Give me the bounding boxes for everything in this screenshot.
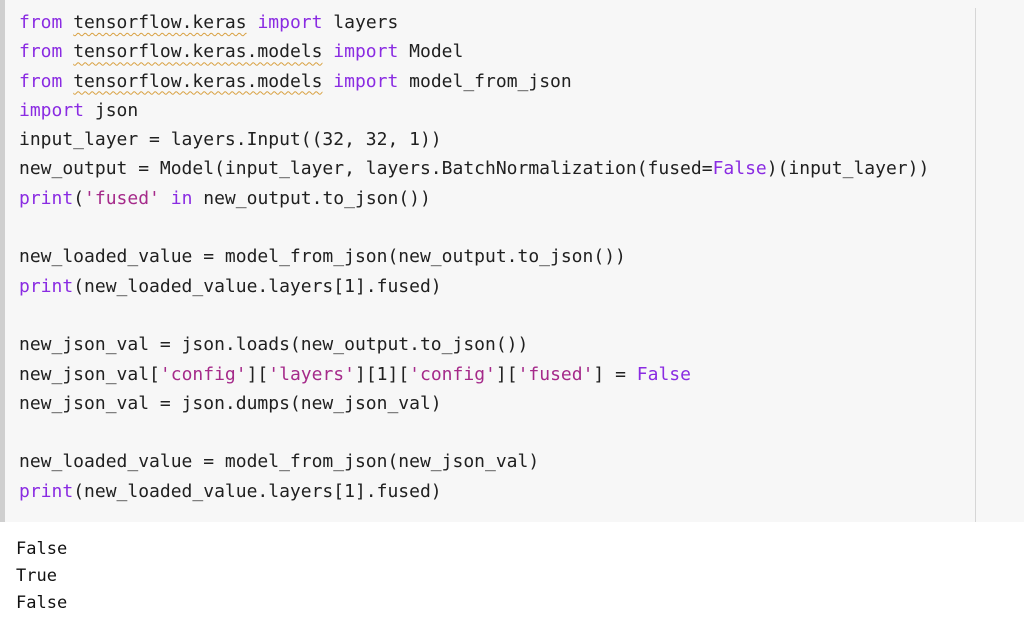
code-line: new_json_val = json.loads(new_output.to_… (19, 330, 929, 359)
code-token: tensorflow.keras.models (73, 70, 323, 92)
code-editor[interactable]: from tensorflow.keras import layers from … (19, 8, 929, 506)
code-token: False (636, 363, 691, 385)
code-token: from (19, 12, 63, 33)
code-line: input_layer = layers.Input((32, 32, 1)) (19, 125, 929, 154)
code-token: new_json_val[ (19, 363, 160, 385)
code-line: from tensorflow.keras import layers (19, 8, 929, 37)
code-token: (new_loaded_value.layers[1].fused) (73, 480, 442, 502)
output-line: False (16, 593, 68, 613)
code-token: 'config' (409, 363, 496, 385)
code-token: ][1][ (354, 363, 410, 385)
code-token: import (333, 41, 399, 63)
code-token: print (19, 275, 74, 297)
code-token: new_json_val = json.dumps(new_json_val) (19, 392, 442, 414)
code-token: new_loaded_value = model_from_json(new_o… (19, 246, 626, 268)
code-token: in (170, 187, 193, 209)
code-token: input_layer = layers.Input((32, 32, 1)) (19, 129, 442, 151)
code-token: 'fused' (517, 363, 594, 385)
code-token: (new_loaded_value.layers[1].fused) (73, 275, 442, 297)
code-line: print(new_loaded_value.layers[1].fused) (19, 477, 929, 506)
code-token: ][ (246, 363, 269, 385)
code-line: print('fused' in new_output.to_json()) (19, 184, 929, 213)
code-token: json (84, 99, 139, 121)
code-token: print (19, 187, 74, 209)
output-line: True (16, 566, 57, 586)
code-token: 'layers' (268, 363, 355, 385)
notebook: from tensorflow.keras import layers from … (0, 0, 1024, 630)
code-line: print(new_loaded_value.layers[1].fused) (19, 272, 929, 301)
code-line: import json (19, 96, 929, 125)
code-line: from tensorflow.keras.models import mode… (19, 67, 929, 96)
code-token: model_from_json (398, 70, 572, 92)
code-line: new_json_val['config']['layers'][1]['con… (19, 360, 929, 389)
code-token: False (712, 158, 767, 180)
code-token: 'config' (159, 363, 247, 385)
code-line: new_loaded_value = model_from_json(new_j… (19, 447, 929, 476)
code-token: new_json_val = json.loads(new_output.to_… (19, 334, 529, 356)
code-cell[interactable]: from tensorflow.keras import layers from … (0, 0, 1024, 522)
code-token: 'fused' (84, 187, 160, 209)
code-token: )(input_layer)) (766, 158, 930, 180)
code-line: new_loaded_value = model_from_json(new_o… (19, 242, 929, 271)
code-token: from (19, 41, 63, 63)
output-line: False (16, 539, 68, 559)
code-token: ( (73, 187, 85, 209)
code-token: tensorflow.keras.models (73, 41, 323, 63)
code-line: from tensorflow.keras.models import Mode… (19, 37, 929, 66)
code-token: import (333, 70, 399, 92)
code-token: import (19, 99, 85, 121)
code-token: from (19, 70, 63, 92)
code-token: Model (398, 41, 464, 63)
code-token: new_loaded_value = model_from_json(new_j… (19, 451, 540, 473)
code-token: layers (322, 12, 399, 33)
code-token: ][ (495, 363, 518, 385)
code-token: tensorflow.keras (73, 12, 247, 33)
editor-ruler (975, 8, 976, 522)
code-token: ] = (593, 363, 637, 385)
code-token: print (19, 480, 74, 502)
cell-output: False True False (16, 536, 67, 617)
code-line: new_json_val = json.dumps(new_json_val) (19, 389, 929, 418)
code-line: new_output = Model(input_layer, layers.B… (19, 154, 929, 183)
code-token: new_output.to_json()) (192, 187, 431, 209)
code-token: new_output = Model(input_layer, layers.B… (19, 158, 713, 180)
code-token: import (257, 12, 323, 33)
